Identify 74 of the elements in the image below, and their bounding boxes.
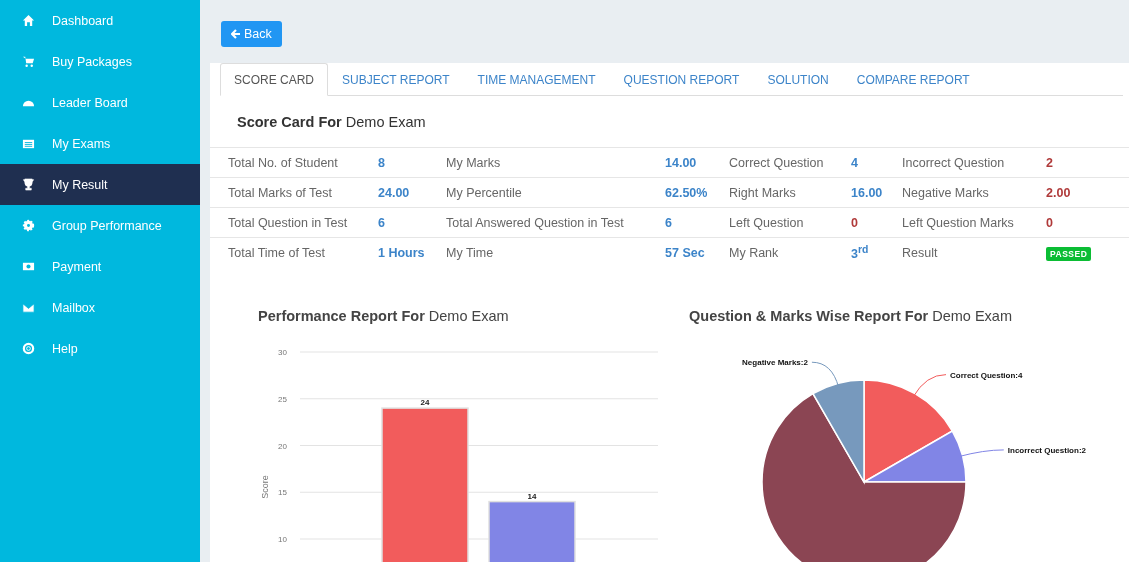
data-label: 24 xyxy=(420,398,430,408)
chart-title: Question & Marks Wise Report For Demo Exam xyxy=(689,308,1013,324)
table-cell: 2.00 xyxy=(1046,185,1071,200)
axis-tick-label: 20 xyxy=(278,441,287,451)
tab[interactable]: QUESTION REPORT xyxy=(609,63,754,96)
table-cell: 4 xyxy=(851,155,858,170)
axis-title: Score xyxy=(260,475,270,499)
lifebuoy-icon xyxy=(22,342,35,355)
table-cell: My Time xyxy=(446,245,494,260)
sidebar-item[interactable]: Buy Packages xyxy=(0,41,200,82)
table-cell: 2 xyxy=(1046,155,1053,170)
gear-icon xyxy=(22,219,35,232)
axis-tick-label: 25 xyxy=(278,394,287,404)
table-cell: Result xyxy=(902,245,938,260)
table-cell: Total No. of Student xyxy=(228,155,338,170)
table-cell: My Percentile xyxy=(446,185,522,200)
chart-title: Performance Report For Demo Exam xyxy=(258,308,510,324)
arrow-left-icon xyxy=(231,28,241,39)
data-label: Correct Question:4 xyxy=(950,370,1023,380)
sidebar-item[interactable]: Leader Board xyxy=(0,82,200,123)
sidebar-item[interactable]: Mailbox xyxy=(0,287,200,328)
table-cell: 3$^{rd}$ xyxy=(851,247,869,262)
tab[interactable]: SCORE CARD xyxy=(220,63,328,96)
table-cell: 14.00 xyxy=(665,155,697,170)
table-cell: 57 Sec xyxy=(665,245,705,260)
sidebar-item[interactable]: Group Performance xyxy=(0,205,200,246)
tab[interactable]: COMPARE REPORT xyxy=(842,63,984,96)
table-cell: 0 xyxy=(1046,215,1053,230)
table-cell: Total Marks of Test xyxy=(228,185,332,200)
table-cell: Negative Marks xyxy=(902,185,989,200)
back-button[interactable]: Back xyxy=(221,20,282,47)
sidebar-item[interactable]: Dashboard xyxy=(0,0,200,41)
data-label: 14 xyxy=(527,491,537,501)
table-cell: 1 Hours xyxy=(378,245,425,260)
table-cell: Right Marks xyxy=(729,185,796,200)
table-cell: Total Answered Question in Test xyxy=(446,215,624,230)
axis-tick-label: 30 xyxy=(278,348,287,357)
data-label: Negative Marks:2 xyxy=(742,358,808,368)
envelope-icon xyxy=(22,301,35,314)
table-cell: Left Question Marks xyxy=(902,215,1014,230)
table-cell: Total Question in Test xyxy=(228,215,348,230)
status-badge: PASSED xyxy=(1046,246,1092,261)
sidebar-item[interactable]: My Result xyxy=(0,164,200,205)
table-cell: 6 xyxy=(378,215,385,230)
trophy-icon xyxy=(22,178,35,191)
card-icon xyxy=(22,137,35,150)
table-cell: 6 xyxy=(665,215,672,230)
table-cell: Left Question xyxy=(729,215,804,230)
table-cell: My Rank xyxy=(729,245,779,260)
scorecard-title: Score Card For Demo Exam xyxy=(237,114,427,130)
home-icon xyxy=(22,14,35,27)
leader-line xyxy=(912,374,947,398)
table-cell: Correct Question xyxy=(729,155,824,170)
data-label: Incorrect Question:2 xyxy=(1007,445,1086,455)
sidebar-item[interactable]: My Exams xyxy=(0,123,200,164)
tab[interactable]: SOLUTION xyxy=(753,63,843,96)
table-cell: 16.00 xyxy=(851,185,883,200)
tab[interactable]: SUBJECT REPORT xyxy=(328,63,464,96)
cart-icon xyxy=(22,55,35,68)
table-cell: 24.00 xyxy=(378,185,410,200)
sidebar-item[interactable]: Help xyxy=(0,328,200,369)
leader-line xyxy=(958,449,1005,458)
table-cell: My Marks xyxy=(446,155,501,170)
banknote-icon xyxy=(22,260,35,273)
sidebar-item[interactable]: Payment xyxy=(0,246,200,287)
tab[interactable]: TIME MANAGEMENT xyxy=(463,63,610,96)
table-cell: Total Time of Test xyxy=(228,245,326,260)
table-cell: Incorrect Question xyxy=(902,155,1005,170)
leader-line xyxy=(811,361,840,388)
table-cell: 8 xyxy=(378,155,385,170)
axis-tick-label: 15 xyxy=(278,488,287,498)
table-cell: 62.50% xyxy=(665,185,708,200)
axis-tick-label: 10 xyxy=(278,535,287,544)
table-cell: 0 xyxy=(851,215,858,230)
